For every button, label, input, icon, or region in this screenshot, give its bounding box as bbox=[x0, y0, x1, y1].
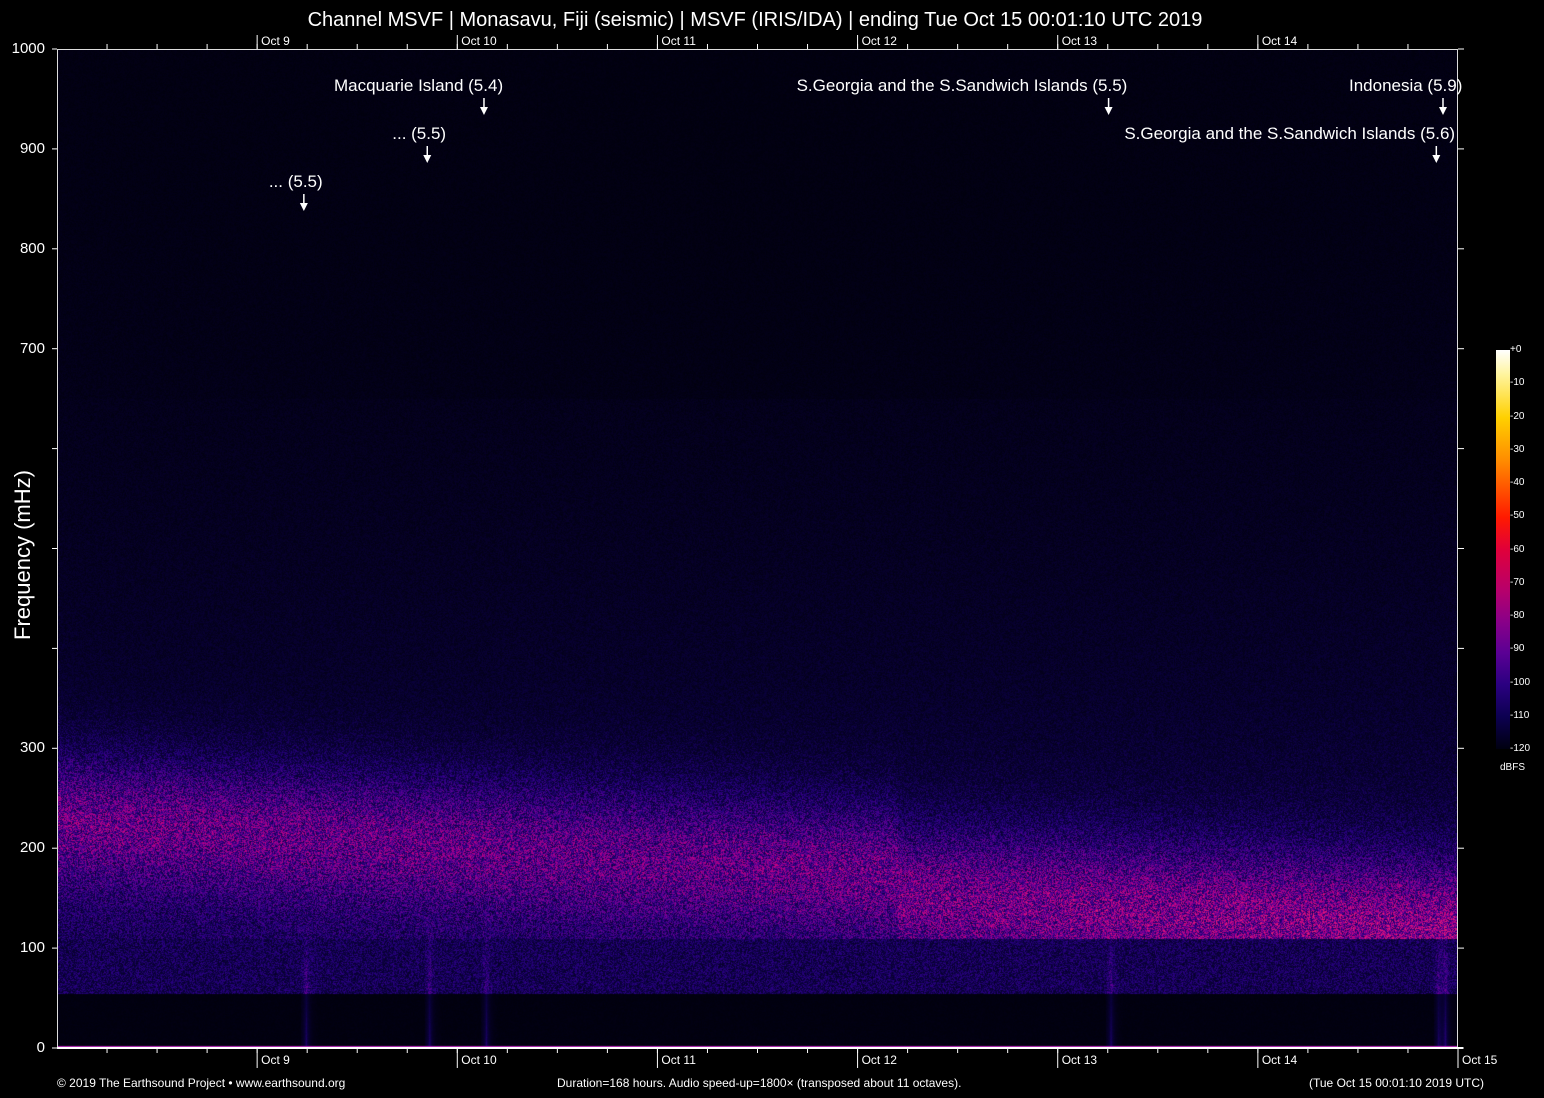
y-tick-label: 0 bbox=[36, 1039, 45, 1056]
event-label: Indonesia (5.9) bbox=[1348, 76, 1463, 95]
x-tick-label-top: Oct 11 bbox=[661, 34, 696, 48]
x-tick-label: Oct 13 bbox=[1061, 1053, 1098, 1067]
event-arrow-icon bbox=[1438, 107, 1447, 115]
colorbar-tick-label: -70 bbox=[1510, 576, 1525, 588]
colorbar-tick-label: -20 bbox=[1510, 410, 1525, 422]
x-tick-label: Oct 10 bbox=[461, 1053, 497, 1067]
event-arrow-icon bbox=[1104, 107, 1113, 115]
colorbar-tick-label: +0 bbox=[1510, 344, 1522, 355]
colorbar-tick-label: -110 bbox=[1510, 709, 1530, 721]
y-tick-label: 700 bbox=[19, 339, 45, 357]
colorbar-unit: dBFS bbox=[1500, 762, 1526, 773]
event-arrow-icon bbox=[1432, 155, 1441, 163]
colorbar-tick-label: -50 bbox=[1510, 510, 1525, 522]
y-tick-label: 1000 bbox=[11, 40, 45, 57]
event-label: S.Georgia and the S.Sandwich Islands (5.… bbox=[796, 76, 1128, 95]
x-tick-label-top: Oct 13 bbox=[1061, 34, 1098, 48]
colorbar bbox=[1496, 350, 1510, 749]
x-tick-label-top: Oct 10 bbox=[461, 34, 497, 48]
event-label: ... (5.5) bbox=[392, 124, 447, 143]
event-label: ... (5.5) bbox=[268, 172, 323, 191]
y-tick-label: 800 bbox=[19, 239, 45, 257]
x-tick-label: Oct 11 bbox=[661, 1053, 696, 1067]
colorbar-tick-label: -100 bbox=[1510, 676, 1531, 688]
event-arrow-icon bbox=[299, 203, 308, 211]
y-tick-label: 900 bbox=[19, 139, 45, 157]
axes-overlay bbox=[52, 35, 1464, 1068]
colorbar-tick-label: -10 bbox=[1510, 377, 1525, 389]
colorbar-tick-label: -30 bbox=[1510, 443, 1525, 455]
event-arrow-icon bbox=[423, 155, 432, 163]
x-tick-label-top: Oct 14 bbox=[1261, 34, 1298, 48]
colorbar-tick-label: -90 bbox=[1510, 643, 1525, 655]
colorbar-tick-label: -60 bbox=[1510, 543, 1525, 555]
y-tick-label: 200 bbox=[19, 839, 45, 857]
event-label: Macquarie Island (5.4) bbox=[333, 76, 504, 95]
x-tick-label-top: Oct 12 bbox=[861, 34, 897, 48]
y-axis-title: Frequency (mHz) bbox=[10, 470, 35, 640]
colorbar-tick-label: -40 bbox=[1510, 477, 1525, 488]
footer-duration: Duration=168 hours. Audio speed-up=1800×… bbox=[557, 1076, 962, 1090]
y-tick-label: 300 bbox=[19, 739, 45, 757]
x-tick-label: Oct 12 bbox=[861, 1053, 897, 1067]
colorbar-tick-label: -80 bbox=[1510, 610, 1525, 621]
x-tick-label-top: Oct 9 bbox=[261, 34, 290, 48]
x-tick-label: Oct 14 bbox=[1261, 1053, 1298, 1067]
footer-copyright: © 2019 The Earthsound Project • www.eart… bbox=[57, 1076, 346, 1090]
colorbar-tick-label: -120 bbox=[1510, 743, 1531, 754]
event-label: S.Georgia and the S.Sandwich Islands (5.… bbox=[1124, 124, 1456, 143]
x-tick-label: Oct 9 bbox=[261, 1053, 290, 1067]
x-end-label: Oct 15 bbox=[1462, 1053, 1498, 1067]
footer-timestamp: (Tue Oct 15 00:01:10 2019 UTC) bbox=[1309, 1076, 1484, 1090]
y-tick-label: 100 bbox=[19, 939, 45, 957]
event-arrow-icon bbox=[479, 107, 488, 115]
